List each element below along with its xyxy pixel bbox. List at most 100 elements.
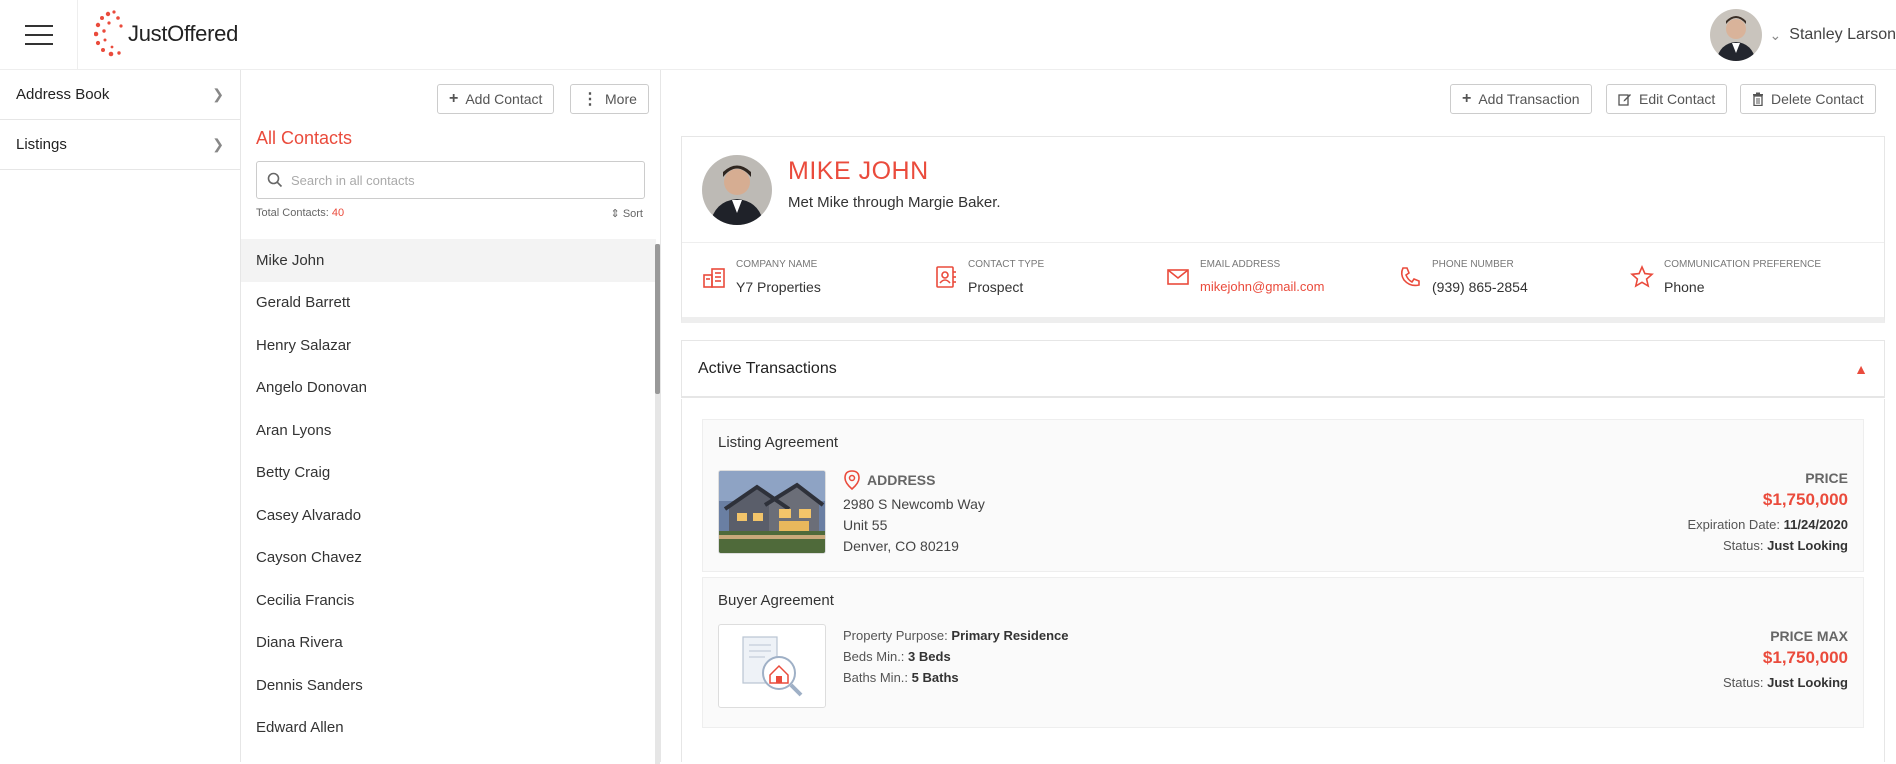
scrollbar[interactable] (655, 244, 660, 764)
list-item[interactable]: Cayson Chavez (241, 537, 656, 580)
price-value: $1,750,000 (1762, 490, 1848, 509)
search-input[interactable]: Search in all contacts (256, 161, 645, 199)
location-pin-icon (844, 470, 860, 490)
chevron-right-icon: ❯ (212, 136, 224, 152)
sidebar: Address Book ❯ Listings ❯ (0, 70, 241, 762)
plus-icon: + (1462, 90, 1472, 107)
sidebar-item-label: Address Book (16, 86, 110, 103)
address-label: ADDRESS (867, 472, 936, 488)
chevron-right-icon: ❯ (212, 86, 224, 102)
phone-icon (1400, 267, 1420, 287)
contacts-heading: All Contacts (256, 128, 353, 148)
field-label: COMMUNICATION PREFERENCE (1664, 259, 1822, 270)
trash-icon (1753, 92, 1763, 106)
user-name: Stanley Larson (1789, 26, 1896, 43)
add-contact-button[interactable]: + Add Contact (437, 84, 555, 114)
baths-label: Baths Min.: (843, 670, 909, 685)
status: Status: Just Looking (1723, 538, 1848, 553)
expiration-label: Expiration Date: (1687, 517, 1781, 532)
sidebar-item-listings[interactable]: Listings ❯ (0, 120, 240, 170)
address-heading: ADDRESS (843, 470, 935, 490)
buyer-agreement-card[interactable]: Buyer Agreement Property Purpose: Primar… (702, 577, 1864, 728)
baths-min: Baths Min.: 5 Baths (843, 670, 959, 685)
price-max-heading: PRICE MAX (1770, 628, 1848, 644)
kebab-icon: ⋮ (582, 91, 598, 108)
logo-dots-icon (94, 10, 123, 57)
divider (682, 242, 1884, 243)
edit-icon (1618, 94, 1631, 106)
brand-logo[interactable]: JustOffered (94, 8, 238, 60)
scrollbar-thumb[interactable] (655, 244, 660, 394)
status-value: Just Looking (1767, 675, 1848, 690)
sort-label: Sort (622, 208, 643, 220)
field-value: Prospect (968, 279, 1024, 295)
contacts-panel: + Add Contact ⋮ More All Contacts Search… (241, 70, 661, 764)
contact-name: MIKE JOHN (788, 157, 929, 185)
list-item[interactable]: Betty Craig (241, 452, 656, 495)
list-item[interactable]: Angelo Donovan (241, 367, 656, 410)
contact-list: Mike John Gerald Barrett Henry Salazar A… (241, 239, 656, 749)
chevron-up-icon[interactable]: ▲ (1854, 361, 1868, 377)
total-count: 40 (331, 207, 345, 219)
list-item[interactable]: Henry Salazar (241, 324, 656, 367)
address-line-3: Denver, CO 80219 (843, 538, 959, 554)
total-contacts: Total Contacts: 40 (256, 207, 344, 219)
add-transaction-button[interactable]: + Add Transaction (1450, 84, 1592, 114)
beds-value: 3 Beds (908, 649, 951, 664)
active-transactions-body: Listing Agreement ADDRESS 2980 S Newcomb… (681, 399, 1885, 762)
plus-icon: + (449, 90, 459, 107)
contact-note: Met Mike through Margie Baker. (788, 194, 1001, 211)
top-bar: JustOffered ⌄ Stanley Larson (0, 0, 1896, 70)
field-label: PHONE NUMBER (1432, 259, 1514, 270)
total-label: Total Contacts: (256, 207, 329, 219)
chevron-down-icon: ⌄ (1769, 26, 1782, 43)
listing-agreement-card[interactable]: Listing Agreement ADDRESS 2980 S Newcomb… (702, 419, 1864, 572)
brand-name: JustOffered (128, 21, 239, 46)
purpose-value: Primary Residence (951, 628, 1069, 643)
list-item[interactable]: Casey Alvarado (241, 494, 656, 537)
property-purpose: Property Purpose: Primary Residence (843, 628, 1068, 643)
sidebar-item-label: Listings (16, 136, 67, 153)
contact-detail: + Add Transaction Edit Contact Delete Co… (661, 70, 1896, 762)
delete-contact-label: Delete Contact (1771, 91, 1864, 107)
search-placeholder: Search in all contacts (291, 172, 415, 188)
active-transactions-header[interactable]: Active Transactions ▲ (681, 340, 1885, 398)
field-value: Y7 Properties (736, 279, 821, 295)
email-link[interactable]: mikejohn@gmail.com (1200, 279, 1324, 294)
status-value: Just Looking (1767, 538, 1848, 553)
more-button[interactable]: ⋮ More (570, 84, 649, 114)
edit-contact-button[interactable]: Edit Contact (1606, 84, 1728, 114)
list-item[interactable]: Gerald Barrett (241, 282, 656, 325)
section-title: Active Transactions (698, 359, 837, 377)
user-menu[interactable]: ⌄ Stanley Larson (1709, 8, 1896, 62)
status-label: Status: (1723, 675, 1764, 690)
contact-avatar (702, 155, 772, 225)
property-image (718, 470, 826, 554)
field-label: CONTACT TYPE (968, 259, 1045, 270)
list-item[interactable]: Cecilia Francis (241, 579, 656, 622)
status-label: Status: (1723, 538, 1764, 553)
delete-contact-button[interactable]: Delete Contact (1740, 84, 1876, 114)
list-item[interactable]: Dennis Sanders (241, 664, 656, 707)
price-heading: PRICE (1805, 470, 1848, 486)
more-label: More (605, 91, 637, 107)
list-item[interactable]: Aran Lyons (241, 409, 656, 452)
sort-button[interactable]: ⇕ Sort (611, 207, 643, 220)
card-title: Listing Agreement (718, 434, 839, 451)
card-title: Buyer Agreement (718, 592, 834, 609)
list-item[interactable]: Edward Allen (241, 707, 656, 750)
beds-min: Beds Min.: 3 Beds (843, 649, 951, 664)
edit-contact-label: Edit Contact (1639, 91, 1716, 107)
add-contact-label: Add Contact (465, 91, 543, 107)
price-max-value: $1,750,000 (1762, 648, 1848, 667)
list-item[interactable]: Mike John (241, 239, 656, 282)
contact-card: MIKE JOHN Met Mike through Margie Baker.… (681, 136, 1885, 323)
contact-card-icon (936, 266, 956, 288)
status: Status: Just Looking (1723, 675, 1848, 690)
list-item[interactable]: Diana Rivera (241, 622, 656, 665)
menu-icon[interactable] (0, 0, 78, 70)
star-icon (1630, 265, 1654, 288)
avatar (1709, 9, 1762, 61)
add-transaction-label: Add Transaction (1478, 91, 1580, 107)
sidebar-item-address-book[interactable]: Address Book ❯ (0, 70, 240, 120)
